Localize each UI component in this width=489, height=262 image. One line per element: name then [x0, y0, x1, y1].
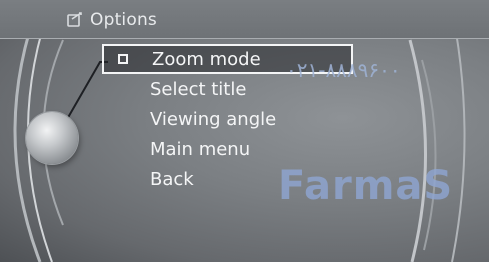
display-screen: Options Zoom mode Select title Viewing a… — [0, 0, 489, 262]
menu-item-label: Viewing angle — [150, 108, 277, 130]
menu-item-label: Back — [150, 168, 194, 190]
menu-item-label: Select title — [150, 78, 247, 100]
options-icon — [67, 12, 82, 27]
watermark-phone: ۰۲۱-۸۸۸۹۶۰۰ — [286, 58, 401, 82]
title-bar: Options — [0, 0, 489, 39]
menu-item-viewing-angle[interactable]: Viewing angle — [108, 104, 353, 134]
controller-knob-icon — [26, 112, 78, 164]
watermark-brand: FarmaS — [278, 163, 454, 209]
title-group: Options — [66, 8, 157, 32]
menu-item-main-menu[interactable]: Main menu — [108, 134, 353, 164]
menu-item-label: Main menu — [150, 138, 251, 160]
page-title: Options — [90, 10, 157, 30]
checkbox-icon — [118, 54, 128, 64]
menu-item-label: Zoom mode — [152, 48, 261, 70]
